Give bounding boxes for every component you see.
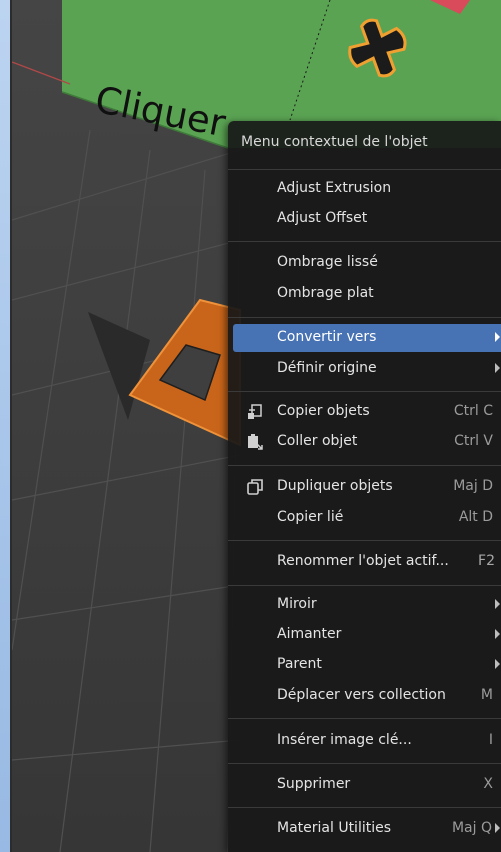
menu-item-convert-to[interactable]: Convertir vers: [233, 324, 501, 352]
menu-item-shortcut: F2: [478, 553, 495, 569]
menu-item-label: Convertir vers: [277, 329, 377, 345]
menu-item-material-utilities[interactable]: Material Utilities Maj Q: [233, 815, 501, 843]
menu-item-copy-objects[interactable]: Copier objets Ctrl C: [233, 398, 501, 426]
copy-objects-icon: [245, 402, 265, 422]
window-frame-edge: [0, 0, 12, 852]
menu-item-label: Adjust Offset: [277, 210, 368, 226]
menu-separator: [228, 317, 501, 318]
menu-item-shortcut: M: [480, 687, 493, 703]
menu-title: Menu contextuel de l'objet: [241, 134, 428, 150]
menu-item-label: Renommer l'objet actif...: [277, 553, 449, 569]
menu-item-label: Aimanter: [277, 626, 342, 642]
menu-item-shade-flat[interactable]: Ombrage plat: [233, 280, 501, 308]
menu-separator: [228, 763, 501, 764]
menu-item-duplicate-objects[interactable]: Dupliquer objets Maj D: [233, 473, 501, 501]
menu-item-mirror[interactable]: Miroir: [233, 591, 501, 619]
menu-item-label: Définir origine: [277, 360, 377, 376]
menu-item-shortcut: I: [488, 732, 493, 748]
menu-item-label: Ombrage plat: [277, 285, 374, 301]
menu-item-label: Adjust Extrusion: [277, 180, 392, 196]
paste-object-icon: [245, 432, 265, 452]
menu-item-shortcut: Alt D: [458, 509, 493, 525]
menu-separator: [228, 465, 501, 466]
menu-item-set-origin[interactable]: Définir origine: [233, 355, 501, 383]
menu-separator: [228, 391, 501, 392]
menu-item-shortcut: Ctrl C: [453, 403, 493, 419]
menu-item-duplicate-linked[interactable]: Copier lié Alt D: [233, 504, 501, 532]
menu-item-shade-smooth[interactable]: Ombrage lissé: [233, 249, 501, 277]
object-context-menu: Menu contextuel de l'objet Adjust Extrus…: [228, 121, 501, 852]
menu-separator: [228, 540, 501, 541]
menu-item-adjust-extrusion[interactable]: Adjust Extrusion: [233, 175, 501, 203]
submenu-arrow-icon: [495, 659, 500, 669]
menu-item-rename-active[interactable]: Renommer l'objet actif... F2: [233, 548, 501, 576]
submenu-arrow-icon: [495, 332, 500, 342]
menu-separator: [228, 241, 501, 242]
menu-item-label: Material Utilities: [277, 820, 392, 836]
submenu-arrow-icon: [495, 823, 500, 833]
menu-item-shortcut: Maj Q: [451, 820, 492, 836]
menu-item-adjust-offset[interactable]: Adjust Offset: [233, 205, 501, 233]
menu-item-snap[interactable]: Aimanter: [233, 621, 501, 649]
menu-item-label: Copier objets: [277, 403, 370, 419]
menu-item-label: Dupliquer objets: [277, 478, 393, 494]
menu-item-label: Copier lié: [277, 509, 344, 525]
menu-separator: [228, 169, 501, 170]
menu-separator: [228, 718, 501, 719]
menu-item-parent[interactable]: Parent: [233, 651, 501, 679]
menu-item-label: Ombrage lissé: [277, 254, 378, 270]
submenu-arrow-icon: [495, 363, 500, 373]
menu-item-move-to-collection[interactable]: Déplacer vers collection M: [233, 682, 501, 710]
submenu-arrow-icon: [495, 629, 500, 639]
menu-item-shortcut: Maj D: [453, 478, 493, 494]
submenu-arrow-icon: [495, 599, 500, 609]
menu-item-shortcut: Ctrl V: [454, 433, 493, 449]
menu-item-shortcut: X: [483, 776, 493, 792]
menu-separator: [228, 585, 501, 586]
menu-item-paste-object[interactable]: Coller objet Ctrl V: [233, 428, 501, 456]
menu-item-label: Insérer image clé...: [277, 732, 412, 748]
menu-item-label: Déplacer vers collection: [277, 687, 446, 703]
menu-separator: [228, 807, 501, 808]
menu-item-label: Parent: [277, 656, 322, 672]
menu-item-insert-keyframe[interactable]: Insérer image clé... I: [233, 727, 501, 755]
menu-item-label: Miroir: [277, 596, 317, 612]
menu-item-delete[interactable]: Supprimer X: [233, 771, 501, 799]
menu-item-label: Supprimer: [277, 776, 351, 792]
menu-item-label: Coller objet: [277, 433, 358, 449]
duplicate-icon: [245, 477, 265, 497]
